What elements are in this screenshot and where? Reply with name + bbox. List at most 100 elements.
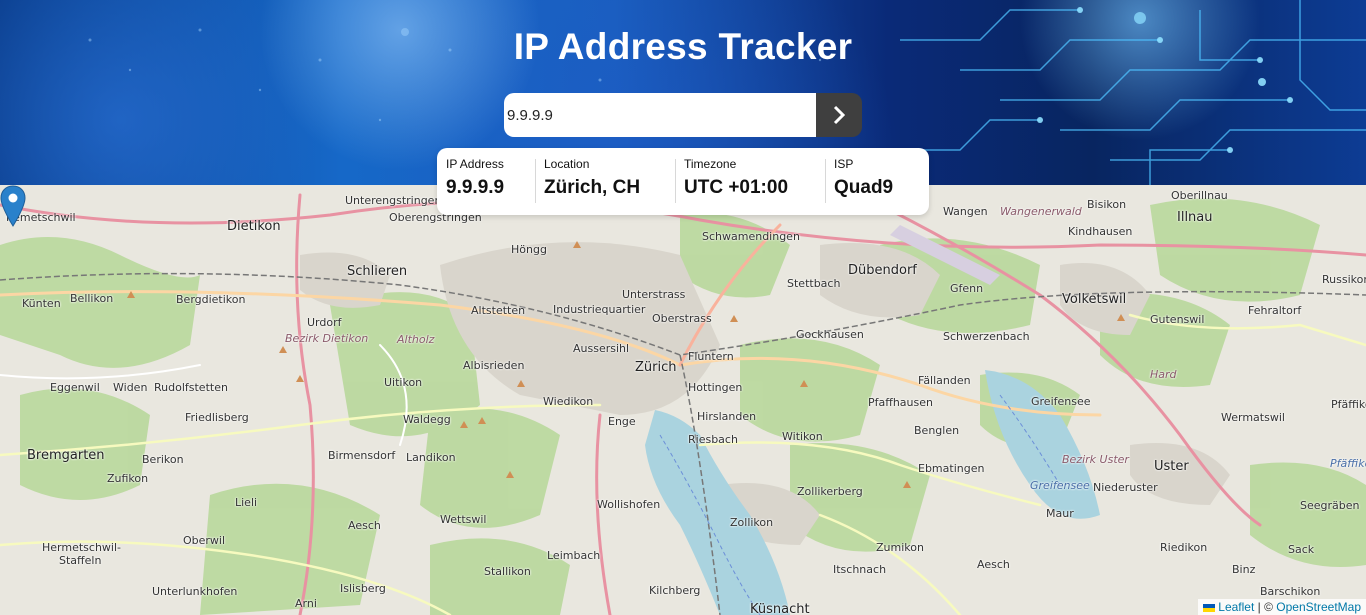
map-label: Dübendorf	[848, 263, 917, 278]
map-label: Bisikon	[1087, 198, 1127, 211]
map-label: Zollikon	[730, 516, 774, 529]
map-label: Waldegg	[403, 413, 451, 426]
map-label: Widen	[113, 381, 148, 394]
map-label: Bezirk Uster	[1062, 453, 1129, 466]
map-label: Bergdietikon	[176, 293, 246, 306]
ip-search-form	[504, 93, 862, 137]
map-label: Wermatswil	[1221, 411, 1285, 424]
map-label: Berikon	[142, 453, 184, 466]
location-label: Location	[544, 157, 590, 171]
map-label: Maur	[1046, 507, 1074, 520]
map-label: Pfäffiker	[1330, 457, 1366, 470]
map-label: Uster	[1154, 459, 1189, 474]
map-label: Unterlunkhofen	[152, 585, 238, 598]
location-value: Zürich, CH	[544, 177, 641, 198]
search-submit-button[interactable]	[816, 93, 862, 137]
map-label: Albisrieden	[463, 359, 525, 372]
map-label: Künten	[22, 297, 61, 310]
map-label: Bremgarten	[27, 448, 105, 463]
map-label: Russikon	[1322, 273, 1366, 286]
map-label: Urdorf	[307, 316, 342, 329]
map-label: Illnau	[1177, 210, 1213, 225]
map-label: Hirslanden	[697, 410, 757, 423]
map-label: Unterengstringen	[345, 194, 442, 207]
map-label: Leimbach	[547, 549, 601, 562]
openstreetmap-link[interactable]: OpenStreetMap	[1276, 600, 1361, 614]
ip-info-card: IP Address 9.9.9.9 Location Zürich, CH T…	[437, 148, 929, 215]
map-view[interactable]: Remetschwil Dietikon Unterengstringen Ob…	[0, 185, 1366, 615]
map-label: Wettswil	[440, 513, 487, 526]
map-label: Industriequartier	[553, 303, 646, 316]
ip-address-value: 9.9.9.9	[446, 177, 505, 198]
map-label: Oberillnau	[1171, 189, 1228, 202]
isp-label: ISP	[834, 157, 854, 171]
map-label: Aesch	[348, 519, 381, 532]
map-label: Riedikon	[1160, 541, 1208, 554]
map-label: Gutenswil	[1150, 313, 1205, 326]
map-label: Ebmatingen	[918, 462, 985, 475]
map-label: Fällanden	[918, 374, 971, 387]
map-label: Sack	[1288, 543, 1315, 556]
map-label: Schwamendingen	[702, 230, 800, 243]
ip-address-label: IP Address	[446, 157, 504, 171]
map-label: Rudolfstetten	[154, 381, 228, 394]
map-label: Kilchberg	[649, 584, 701, 597]
map-label: Zollikerberg	[797, 485, 863, 498]
ip-search-input[interactable]	[504, 93, 816, 137]
timezone-section: Timezone UTC +01:00	[675, 148, 825, 215]
map-label: Gockhausen	[796, 328, 864, 341]
map-label: Zufikon	[107, 472, 149, 485]
map-label: Landikon	[406, 451, 456, 464]
map-label: Pfäffiko	[1331, 398, 1366, 411]
map-label: Stettbach	[787, 277, 841, 290]
map-label: Hard	[1150, 368, 1177, 381]
map-label: Fehraltorf	[1248, 304, 1302, 317]
map-label: Barschikon	[1260, 585, 1321, 598]
map-label: Riesbach	[688, 433, 738, 446]
map-label: Uitikon	[384, 376, 423, 389]
map-label: Itschnach	[833, 563, 887, 576]
timezone-label: Timezone	[684, 157, 737, 171]
map-label: Zumikon	[876, 541, 924, 554]
isp-section: ISP Quad9	[825, 148, 925, 215]
map-label: Oberwil	[183, 534, 226, 547]
map-label: Enge	[608, 415, 636, 428]
map-label: Hermetschwil-	[42, 541, 121, 554]
map-label: Wangen	[943, 205, 988, 218]
map-label: Greifensee	[1030, 479, 1090, 492]
map-label: Arni	[295, 597, 317, 610]
map-label: Altstetten	[471, 304, 526, 317]
map-label: Bezirk Dietikon	[285, 332, 369, 345]
timezone-value: UTC +01:00	[684, 177, 789, 198]
map-label: Oberstrass	[652, 312, 712, 325]
map-label: Altholz	[397, 333, 435, 346]
map-label: Stallikon	[484, 565, 531, 578]
map-label: Lieli	[235, 496, 258, 509]
map-label: Höngg	[511, 243, 547, 256]
ukraine-flag-icon	[1203, 603, 1216, 612]
map-label: Eggenwil	[50, 381, 100, 394]
map-label: Volketswil	[1062, 292, 1127, 307]
map-label: Gfenn	[950, 282, 984, 295]
map-label: Hottingen	[688, 381, 743, 394]
location-section: Location Zürich, CH	[535, 148, 675, 215]
map-label: Küsnacht	[750, 602, 810, 615]
map-label: Niederuster	[1093, 481, 1158, 494]
map-label: Binz	[1232, 563, 1256, 576]
leaflet-link[interactable]: Leaflet	[1218, 600, 1254, 614]
map-label: Wiedikon	[543, 395, 594, 408]
location-marker-icon[interactable]	[0, 185, 26, 227]
map-label: Unterstrass	[622, 288, 686, 301]
isp-value: Quad9	[834, 177, 894, 198]
map-label: Kindhausen	[1068, 225, 1133, 238]
chevron-right-icon	[833, 105, 846, 125]
map-label: Wangenerwald	[1000, 205, 1082, 218]
map-label: Greifensee	[1031, 395, 1091, 408]
map-label: Friedlisberg	[185, 411, 249, 424]
map-label: Fluntern	[688, 350, 734, 363]
map-label: Benglen	[914, 424, 960, 437]
ip-address-section: IP Address 9.9.9.9	[437, 148, 535, 215]
map-label: Aesch	[977, 558, 1010, 571]
page-title: IP Address Tracker	[513, 26, 853, 67]
map-label: Staffeln	[59, 554, 102, 567]
